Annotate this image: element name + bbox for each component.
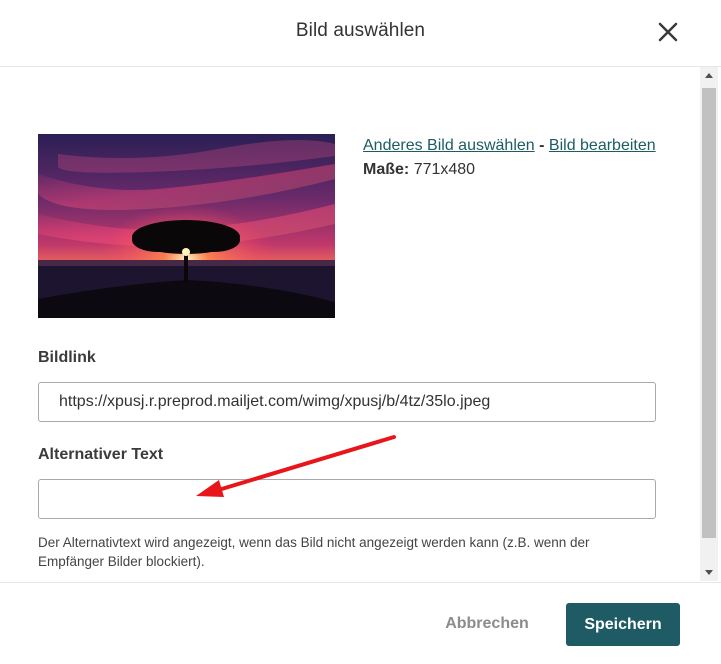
dimensions-value: 771x480 bbox=[413, 161, 476, 178]
scroll-down-icon[interactable] bbox=[700, 564, 718, 581]
alt-text-input[interactable] bbox=[38, 479, 656, 519]
image-dimensions: Maße: 771x480 bbox=[363, 158, 663, 182]
image-actions: Anderes Bild auswählen - Bild bearbeiten… bbox=[363, 134, 663, 182]
alt-text-help: Der Alternativtext wird angezeigt, wenn … bbox=[38, 535, 590, 569]
save-button[interactable]: Speichern bbox=[566, 603, 680, 646]
close-icon bbox=[658, 22, 678, 42]
image-preview bbox=[38, 134, 335, 318]
dialog-body[interactable]: Anderes Bild auswählen - Bild bearbeiten… bbox=[0, 67, 700, 581]
dialog-header: Bild auswählen bbox=[0, 0, 721, 67]
close-button[interactable] bbox=[652, 16, 684, 48]
dimensions-label: Maße: bbox=[363, 161, 410, 178]
image-picker-dialog: Bild auswählen Anderes Bild auswählen - … bbox=[0, 0, 721, 664]
alt-text-label: Alternativer Text bbox=[38, 446, 164, 463]
cancel-button[interactable]: Abbrechen bbox=[437, 603, 537, 645]
dialog-title: Bild auswählen bbox=[295, 20, 426, 41]
bildlink-label: Bildlink bbox=[38, 349, 96, 366]
bildlink-input[interactable] bbox=[38, 382, 656, 422]
dialog-footer: Abbrechen Speichern bbox=[0, 582, 721, 664]
scroll-thumb[interactable] bbox=[702, 88, 716, 538]
link-separator: - bbox=[539, 137, 545, 154]
edit-image-link[interactable]: Bild bearbeiten bbox=[549, 137, 656, 154]
choose-other-image-link[interactable]: Anderes Bild auswählen bbox=[363, 137, 535, 154]
scroll-up-icon[interactable] bbox=[700, 67, 718, 84]
vertical-scrollbar[interactable] bbox=[700, 67, 718, 581]
